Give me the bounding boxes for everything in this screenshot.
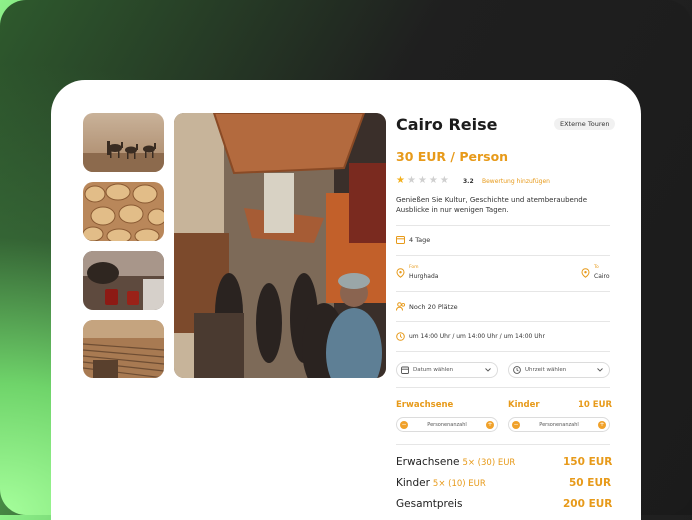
summary-adults-label: Erwachsene: [396, 456, 460, 468]
children-price: 10 EUR: [578, 400, 613, 410]
divider: [396, 351, 610, 352]
star-icon[interactable]: ★: [440, 175, 451, 186]
thumbnail-amphitheater[interactable]: [83, 320, 164, 378]
star-icon[interactable]: ★: [418, 175, 429, 186]
thumbnail-baskets[interactable]: [83, 182, 164, 241]
divider: [396, 255, 610, 256]
location-pin-icon: [396, 268, 405, 278]
star-icon[interactable]: ★: [429, 175, 440, 186]
children-stepper-label: Personenanzahl: [539, 422, 579, 428]
to-value: Cairo: [594, 273, 610, 280]
summary-adults-total: 150 EUR: [563, 456, 613, 468]
duration-text: 4 Tage: [409, 236, 431, 244]
category-badge[interactable]: EXterne Touren: [554, 118, 616, 130]
thumbnail-camels[interactable]: [83, 113, 164, 172]
rating-value: 3.2: [463, 178, 474, 185]
to-label: To: [594, 265, 599, 270]
tour-description: Genießen Sie Kultur, Geschichte und atem…: [396, 196, 588, 214]
date-select[interactable]: Datum wählen: [396, 362, 498, 378]
chevron-down-icon: [485, 368, 491, 372]
time-select[interactable]: Uhrzeit wählen: [508, 362, 610, 378]
summary-children-total: 50 EUR: [569, 477, 612, 489]
summary-children-row: Kinder 5× (10) EUR: [396, 477, 486, 489]
adults-label: Erwachsene: [396, 400, 454, 410]
amphitheater-image: [83, 320, 164, 378]
seats-text: Noch 20 Plätze: [409, 303, 458, 311]
tour-price: 30 EUR / Person: [396, 149, 509, 164]
star-icon[interactable]: ★: [407, 175, 418, 186]
summary-children-calc: 5× (10) EUR: [432, 479, 486, 489]
summary-total-value: 200 EUR: [563, 498, 613, 510]
chevron-down-icon: [597, 368, 603, 372]
divider: [396, 291, 610, 292]
clock-icon: [513, 366, 521, 374]
thumbnail-tea[interactable]: [83, 251, 164, 310]
divider: [396, 387, 610, 388]
summary-adults-row: Erwachsene 5× (30) EUR: [396, 456, 515, 468]
children-label: Kinder: [508, 400, 540, 410]
camels-image: [83, 113, 164, 172]
time-select-label: Uhrzeit wählen: [525, 367, 567, 373]
divider: [396, 444, 610, 445]
children-stepper[interactable]: − Personenanzahl +: [508, 417, 610, 432]
from-label: Fom: [409, 265, 419, 270]
from-value: Hurghada: [409, 273, 439, 280]
calendar-icon: [401, 366, 409, 374]
bazaar-image: [174, 113, 386, 378]
users-icon: [396, 302, 406, 311]
divider: [396, 321, 610, 322]
divider: [396, 225, 610, 226]
rating-stars[interactable]: ★★★★★: [396, 175, 451, 186]
tour-title: Cairo Reise: [396, 115, 498, 134]
calendar-icon: [396, 236, 405, 244]
location-pin-icon: [581, 268, 590, 278]
times-text: um 14:00 Uhr / um 14:00 Uhr / um 14:00 U…: [409, 333, 545, 340]
date-select-label: Datum wählen: [413, 367, 454, 373]
clock-icon: [396, 332, 405, 341]
star-icon-filled[interactable]: ★: [396, 175, 407, 186]
main-photo-bazaar[interactable]: [174, 113, 386, 378]
plus-icon[interactable]: +: [598, 421, 606, 429]
summary-adults-calc: 5× (30) EUR: [462, 458, 516, 468]
plus-icon[interactable]: +: [486, 421, 494, 429]
summary-children-label: Kinder: [396, 477, 430, 489]
add-rating-link[interactable]: Bewertung hinzufügen: [482, 178, 550, 185]
baskets-image: [83, 182, 164, 241]
summary-total-label: Gesamtpreis: [396, 498, 463, 510]
tea-image: [83, 251, 164, 310]
adults-stepper-label: Personenanzahl: [427, 422, 467, 428]
adults-stepper[interactable]: − Personenanzahl +: [396, 417, 498, 432]
